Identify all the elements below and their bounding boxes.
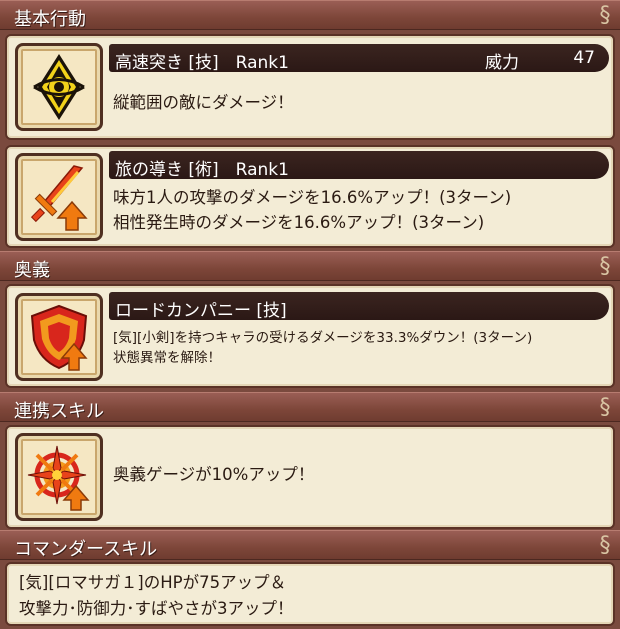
commander-skill-card[interactable]: [気][ロマサガ１]のHPが75アップ＆ 攻撃力･防御力･すばやさが3アップ！ (5, 562, 615, 626)
flame-sword-up-icon (15, 153, 103, 241)
section-title: コマンダースキル (14, 539, 158, 560)
skill-description: 縦範囲の敵にダメージ！ (113, 90, 294, 115)
skill-name-bar: 旅の導き [術] Rank1 (109, 151, 609, 180)
scroll-ornament-icon: § (599, 3, 611, 28)
section-title: 基本行動 (14, 9, 86, 30)
section-header-commander: コマンダースキル § (0, 530, 620, 560)
description-line: 縦範囲の敵にダメージ！ (113, 93, 294, 112)
skill-description: 味方1人の攻撃のダメージを16.6%アップ！(3ターン) 相性発生時のダメージを… (113, 185, 511, 235)
description-line: 攻撃力･防御力･すばやさが3アップ！ (19, 599, 294, 618)
skill-name: 高速突き [技] Rank1 (115, 53, 289, 73)
skill-description: 奥義ゲージが10%アップ！ (113, 462, 314, 487)
link-skill-card[interactable]: 奥義ゲージが10%アップ！ (5, 425, 615, 529)
skill-name: ロードカンパニー [技] (115, 301, 287, 321)
description-line: 状態異常を解除！ (113, 350, 221, 366)
section-title: 奥義 (14, 260, 50, 281)
skill-card-1[interactable]: 高速突き [技] Rank1 威力 47 縦範囲の敵にダメージ！ (5, 34, 615, 140)
power-label: 威力 (485, 53, 519, 73)
description-line: 味方1人の攻撃のダメージを16.6%アップ！(3ターン) (113, 188, 512, 207)
skill-name-bar: ロードカンパニー [技] (109, 292, 609, 321)
section-header-link: 連携スキル § (0, 392, 620, 422)
section-title: 連携スキル (14, 401, 104, 422)
eye-diamond-icon (15, 43, 103, 131)
skill-description: [気][ロマサガ１]のHPが75アップ＆ 攻撃力･防御力･すばやさが3アップ！ (19, 570, 294, 622)
ougi-skill-card[interactable]: ロードカンパニー [技] [気][小剣]を持つキャラの受けるダメージを33.3%… (5, 284, 615, 388)
description-line: 奥義ゲージが10%アップ！ (113, 465, 315, 484)
description-line: 相性発生時のダメージを16.6%アップ！(3ターン) (113, 213, 485, 232)
description-line: [気][小剣]を持つキャラの受けるダメージを33.3%ダウン！(3ターン) (113, 330, 533, 346)
scroll-ornament-icon: § (599, 533, 611, 558)
description-line: [気][ロマサガ１]のHPが75アップ＆ (19, 573, 287, 592)
section-header-ougi: 奥義 § (0, 251, 620, 281)
skill-name-bar: 高速突き [技] Rank1 威力 47 (109, 44, 609, 73)
shield-up-icon (15, 293, 103, 381)
scroll-ornament-icon: § (599, 254, 611, 279)
scroll-ornament-icon: § (599, 395, 611, 420)
section-header-basic: 基本行動 § (0, 0, 620, 30)
power-value: 47 (573, 48, 595, 68)
skill-card-2[interactable]: 旅の導き [術] Rank1 味方1人の攻撃のダメージを16.6%アップ！(3タ… (5, 145, 615, 248)
skill-description: [気][小剣]を持つキャラの受けるダメージを33.3%ダウン！(3ターン) 状態… (113, 328, 532, 368)
star-burst-up-icon (15, 433, 103, 521)
skill-name: 旅の導き [術] Rank1 (115, 160, 289, 180)
